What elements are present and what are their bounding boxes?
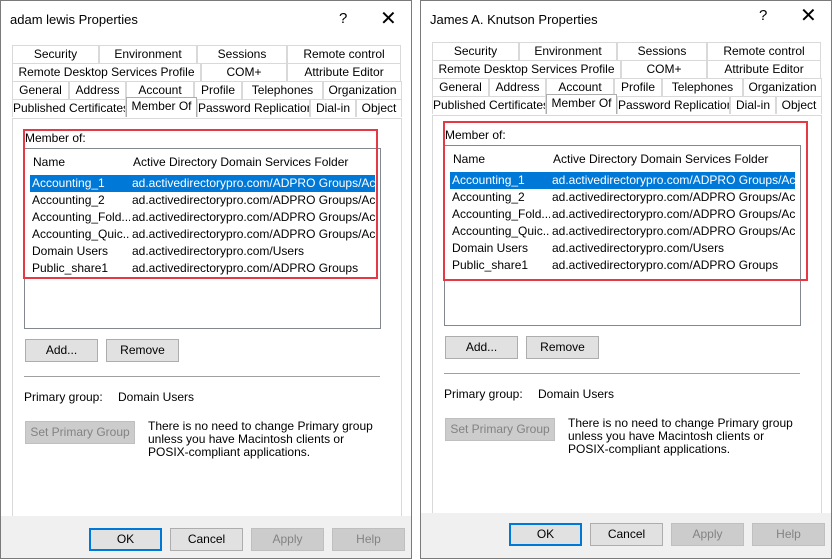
tab-published-certificates[interactable]: Published Certificates [12,99,126,117]
tab-password-replication[interactable]: Password Replication [617,96,730,114]
highlight-box [443,121,808,281]
tab-profile[interactable]: Profile [614,78,662,96]
tab-remote-desktop-services-profile[interactable]: Remote Desktop Services Profile [12,63,201,81]
tab-sessions[interactable]: Sessions [617,42,707,60]
close-button[interactable]: ✕ [380,6,397,31]
tab-published-certificates[interactable]: Published Certificates [432,96,546,114]
tab-member-of[interactable]: Member Of [126,97,197,117]
primary-group-label: Primary group: [444,387,523,401]
tab-dial-in[interactable]: Dial-in [730,96,776,114]
dialog-footer: OK Cancel Apply Help [1,516,411,558]
tab-security[interactable]: Security [432,42,519,60]
primary-group-note: There is no need to change Primary group… [568,416,793,456]
tab-environment[interactable]: Environment [519,42,617,60]
title-bar: James A. Knutson Properties ? ✕ [421,1,831,37]
tab-telephones[interactable]: Telephones [242,81,323,99]
tab-dial-in[interactable]: Dial-in [310,99,356,117]
separator [444,373,800,374]
tab-com[interactable]: COM+ [621,60,707,78]
primary-group-note: There is no need to change Primary group… [148,419,373,459]
tab-remote-desktop-services-profile[interactable]: Remote Desktop Services Profile [432,60,621,78]
properties-dialog-james-knutson: James A. Knutson Properties ? ✕ Security… [420,0,832,559]
tab-object[interactable]: Object [356,99,402,117]
primary-group-value: Domain Users [538,387,615,401]
tab-address[interactable]: Address [489,78,546,96]
separator [24,376,380,377]
cancel-button[interactable]: Cancel [170,528,243,551]
remove-button[interactable]: Remove [526,336,599,359]
tab-general[interactable]: General [12,81,69,99]
tab-password-replication[interactable]: Password Replication [197,99,310,117]
ok-button[interactable]: OK [89,528,162,551]
remove-button[interactable]: Remove [106,339,179,362]
tab-com[interactable]: COM+ [201,63,287,81]
help-footer-button[interactable]: Help [752,523,825,546]
dialog-title: James A. Knutson Properties [430,12,598,27]
help-button[interactable]: ? [759,7,767,24]
tab-organization[interactable]: Organization [323,81,402,99]
add-button[interactable]: Add... [445,336,518,359]
help-button[interactable]: ? [339,10,347,27]
primary-group-value: Domain Users [118,390,195,404]
dialog-footer: OK Cancel Apply Help [421,513,831,558]
tab-member-of[interactable]: Member Of [546,94,617,114]
tab-sessions[interactable]: Sessions [197,45,287,63]
dialog-title: adam lewis Properties [10,12,138,27]
apply-button[interactable]: Apply [251,528,324,551]
help-footer-button[interactable]: Help [332,528,405,551]
primary-group-label: Primary group: [24,390,103,404]
tab-attribute-editor[interactable]: Attribute Editor [287,63,401,81]
tab-telephones[interactable]: Telephones [662,78,743,96]
set-primary-group-button[interactable]: Set Primary Group [445,418,555,441]
highlight-box [23,129,378,279]
tab-environment[interactable]: Environment [99,45,197,63]
tab-remote-control[interactable]: Remote control [287,45,401,63]
tab-object[interactable]: Object [776,96,822,114]
close-button[interactable]: ✕ [800,3,817,28]
add-button[interactable]: Add... [25,339,98,362]
tab-attribute-editor[interactable]: Attribute Editor [707,60,821,78]
title-bar: adam lewis Properties ? ✕ [1,1,411,37]
tab-remote-control[interactable]: Remote control [707,42,821,60]
tab-organization[interactable]: Organization [743,78,822,96]
properties-dialog-adam-lewis: adam lewis Properties ? ✕ Security Enviro… [0,0,412,559]
ok-button[interactable]: OK [509,523,582,546]
tab-profile[interactable]: Profile [194,81,242,99]
set-primary-group-button[interactable]: Set Primary Group [25,421,135,444]
cancel-button[interactable]: Cancel [590,523,663,546]
tab-address[interactable]: Address [69,81,126,99]
tab-security[interactable]: Security [12,45,99,63]
apply-button[interactable]: Apply [671,523,744,546]
tab-general[interactable]: General [432,78,489,96]
